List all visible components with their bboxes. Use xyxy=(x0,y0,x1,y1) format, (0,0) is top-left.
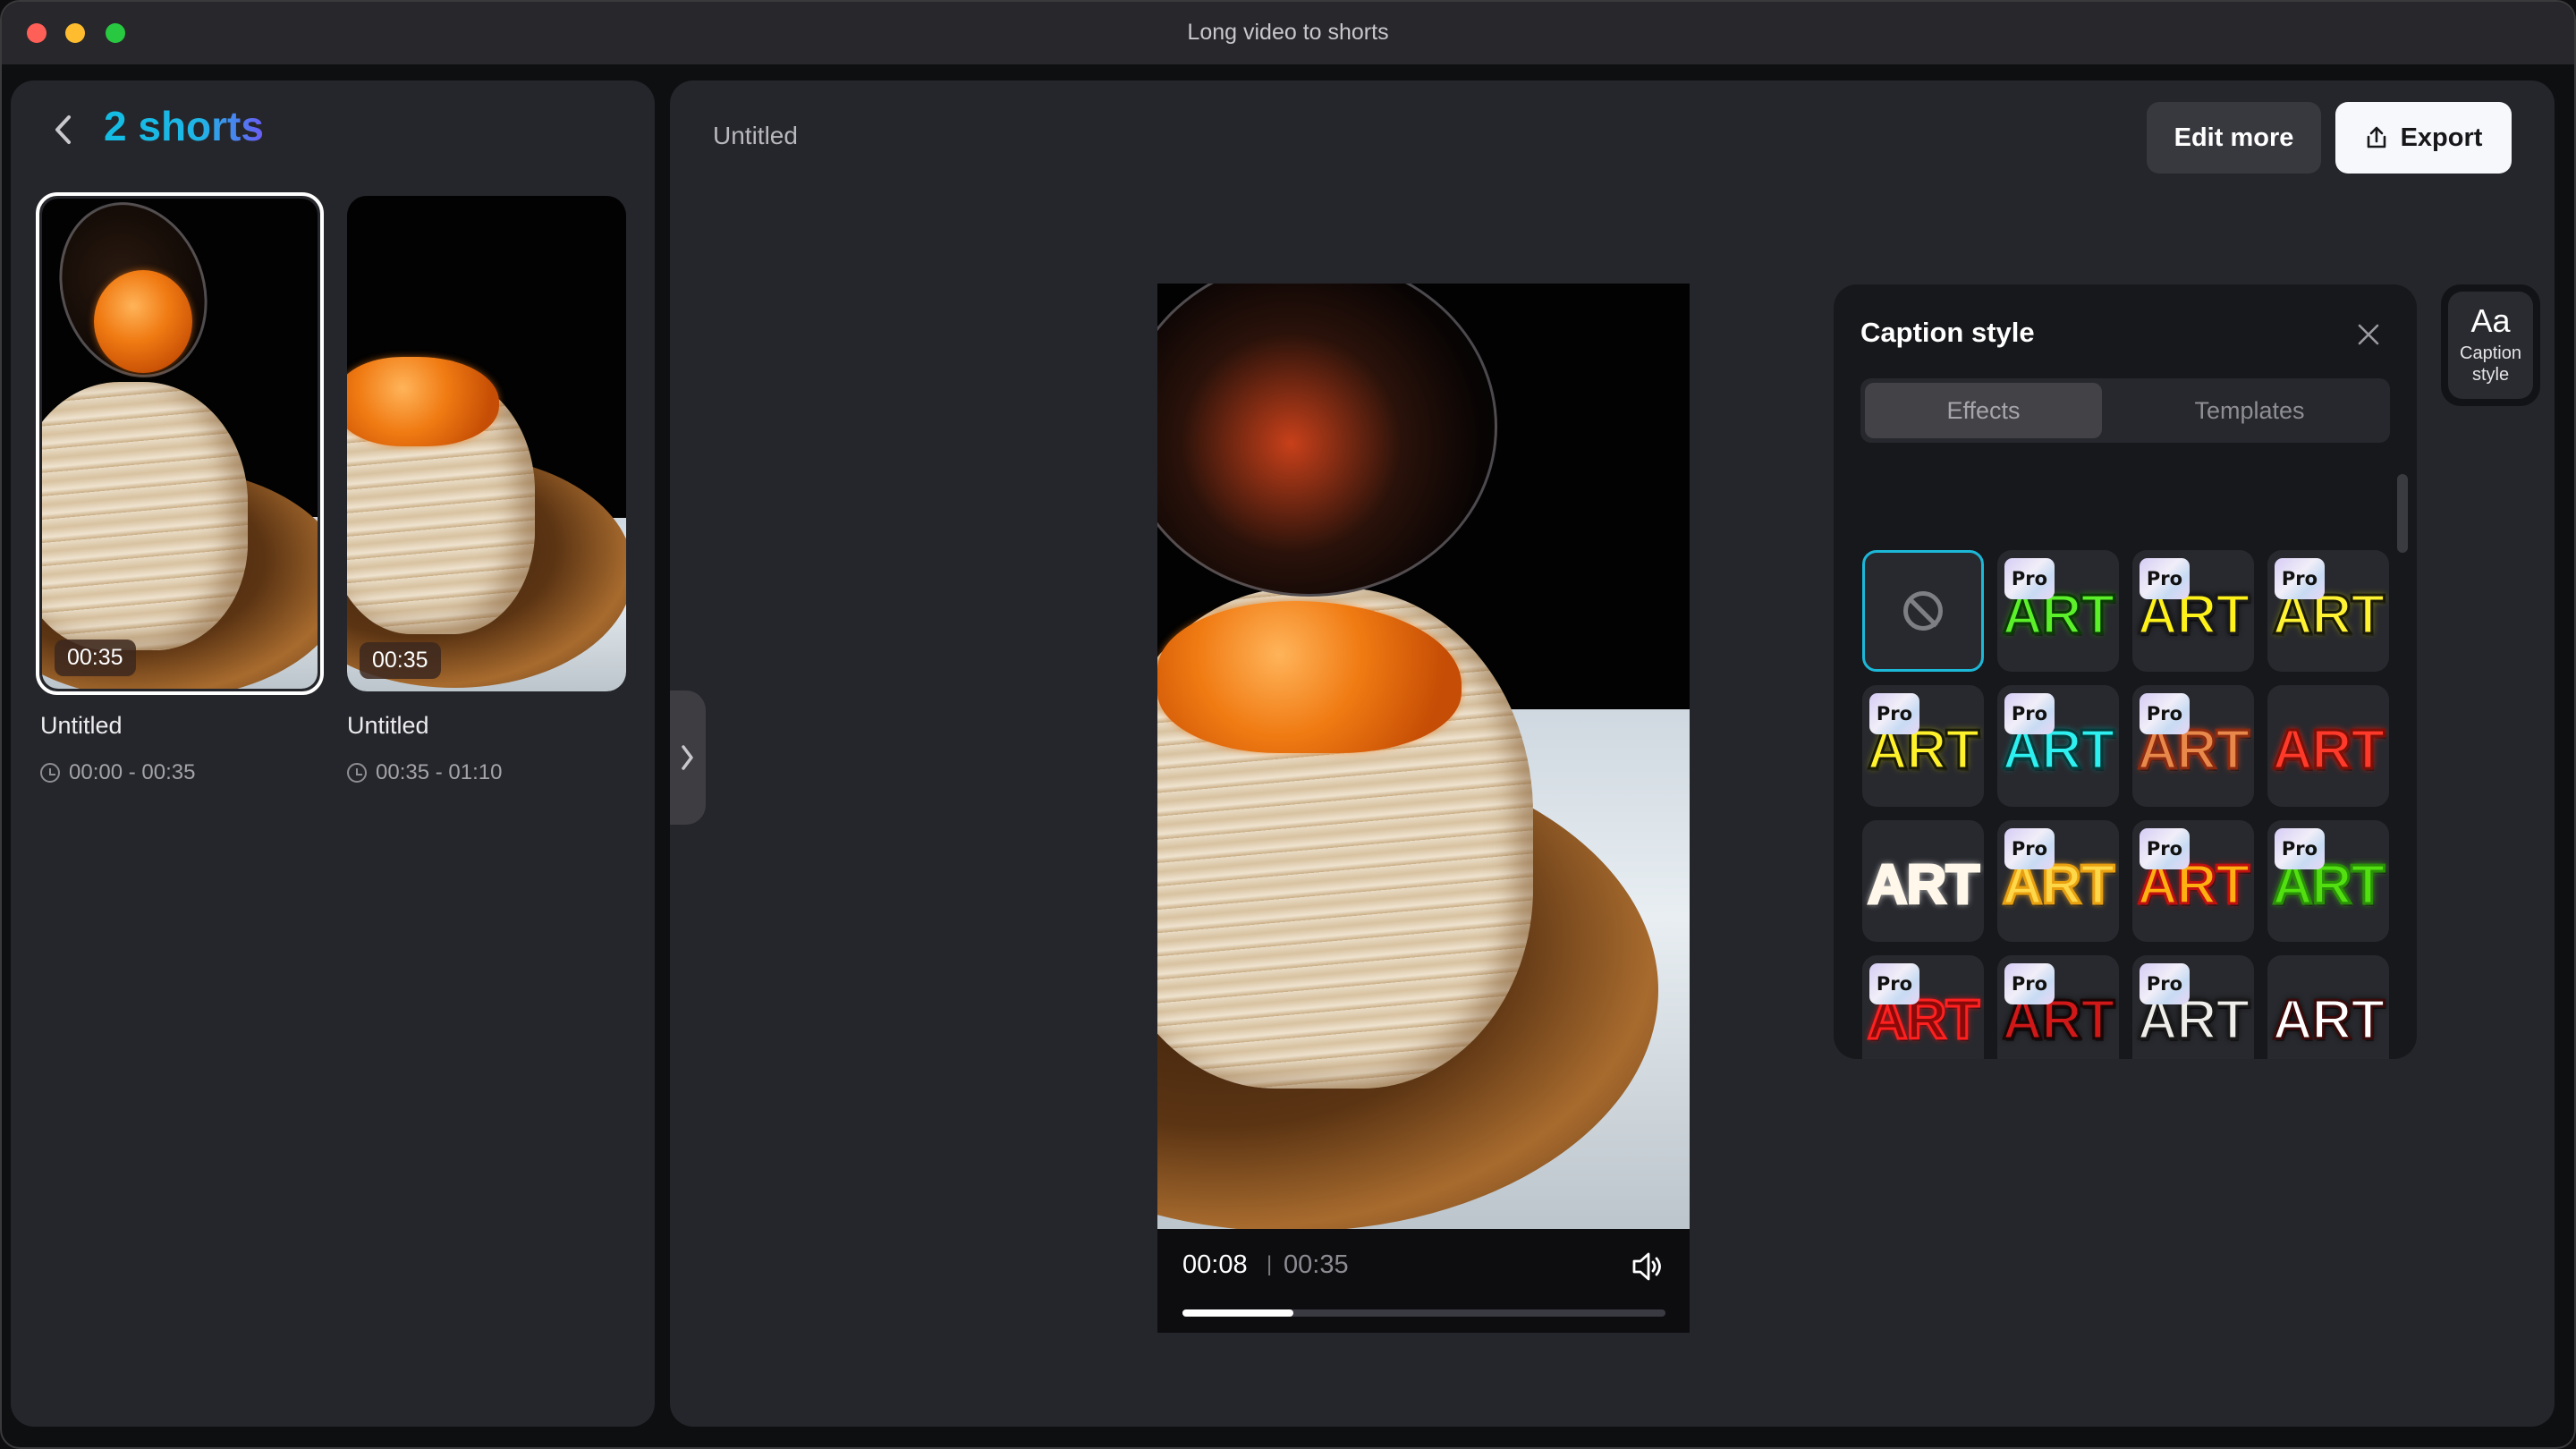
window-title: Long video to shorts xyxy=(1187,20,1389,45)
clip-time-range: 00:00 - 00:35 xyxy=(40,760,195,785)
pro-badge: Pro xyxy=(2140,963,2190,1004)
caption-tabs: Effects Templates xyxy=(1860,378,2390,443)
document-title[interactable]: Untitled xyxy=(713,122,798,150)
effect-option[interactable]: Pro ART xyxy=(1997,685,2119,807)
close-button[interactable] xyxy=(2356,322,2381,347)
effects-scrollbar[interactable] xyxy=(2397,474,2408,553)
effects-grid: Pro ART Pro ART Pro ART Pro ART Pro ART Pro ART ART A… xyxy=(1862,550,2390,1059)
chevron-right-icon xyxy=(682,745,693,770)
effect-option[interactable]: Pro ART xyxy=(1997,820,2119,942)
text-style-icon: Aa xyxy=(2470,302,2511,339)
no-effect-icon xyxy=(1903,591,1943,631)
export-label: Export xyxy=(2400,123,2483,152)
sidebar-toggle-handle[interactable] xyxy=(670,691,706,825)
clip-range-text: 00:35 - 01:10 xyxy=(376,760,503,784)
pro-badge: Pro xyxy=(2140,828,2190,869)
app-window: Long video to shorts 2 shorts 00:35 00:3… xyxy=(0,0,2576,1449)
editor-panel: Untitled Edit more Export 00:08 | 00:35 xyxy=(670,80,2555,1427)
caption-style-tool: Aa Caption style xyxy=(2448,292,2533,399)
pro-badge: Pro xyxy=(2140,693,2190,734)
clip-preview-image: 00:35 xyxy=(42,199,318,689)
effect-preview-text: ART xyxy=(1866,854,1980,916)
effect-option[interactable]: Pro ART xyxy=(2267,550,2389,672)
effect-none-option[interactable] xyxy=(1862,550,1984,672)
effect-option[interactable]: ART xyxy=(2267,955,2389,1059)
caption-panel-title: Caption style xyxy=(1860,317,2035,348)
pro-badge: Pro xyxy=(2275,828,2325,869)
clock-icon xyxy=(40,763,60,783)
clock-icon xyxy=(347,763,367,783)
back-button[interactable] xyxy=(47,107,79,152)
pro-badge: Pro xyxy=(1869,693,1919,734)
progress-fill xyxy=(1182,1309,1293,1317)
effect-option[interactable]: Pro ART xyxy=(1862,955,1984,1059)
edit-more-button[interactable]: Edit more xyxy=(2147,102,2321,174)
total-time: 00:35 xyxy=(1284,1250,1349,1279)
caption-style-tool-button[interactable]: Aa Caption style xyxy=(2441,284,2540,406)
clip-duration-badge: 00:35 xyxy=(360,642,441,679)
player-controls: 00:08 | 00:35 xyxy=(1157,1229,1690,1333)
effect-option[interactable]: Pro ART xyxy=(2267,820,2389,942)
speaker-icon xyxy=(1632,1252,1661,1281)
title-bar: Long video to shorts xyxy=(2,2,2574,64)
clip-name[interactable]: Untitled xyxy=(347,712,429,740)
close-icon xyxy=(2358,324,2379,345)
time-separator: | xyxy=(1267,1252,1273,1276)
effect-option[interactable]: Pro ART xyxy=(1862,685,1984,807)
export-button[interactable]: Export xyxy=(2335,102,2512,174)
shorts-sidebar: 2 shorts 00:35 00:35 Untitled 00:00 - 00… xyxy=(11,80,655,1427)
effect-preview-text: ART xyxy=(2271,719,2385,781)
pro-badge: Pro xyxy=(2004,558,2055,599)
tab-effects[interactable]: Effects xyxy=(1865,383,2102,438)
tab-templates[interactable]: Templates xyxy=(2115,383,2384,438)
pro-badge: Pro xyxy=(2275,558,2325,599)
pro-badge: Pro xyxy=(2004,828,2055,869)
short-clip-thumbnail-1[interactable]: 00:35 xyxy=(36,192,324,695)
video-player[interactable]: 00:08 | 00:35 xyxy=(1157,284,1690,1333)
clip-time-range: 00:35 - 01:10 xyxy=(347,760,502,785)
short-clip-thumbnail-2[interactable]: 00:35 xyxy=(347,196,626,691)
effect-preview-text: ART xyxy=(2271,989,2385,1051)
volume-button[interactable] xyxy=(1629,1249,1665,1284)
effect-option[interactable]: Pro ART xyxy=(1997,955,2119,1059)
effect-option[interactable]: ART xyxy=(1862,820,1984,942)
shorts-count-title: 2 shorts xyxy=(104,103,264,149)
pro-badge: Pro xyxy=(2004,963,2055,1004)
clip-name[interactable]: Untitled xyxy=(40,712,123,740)
share-upload-icon xyxy=(2367,126,2385,148)
caption-style-panel: Caption style Effects Templates Pro ART Pr… xyxy=(1834,284,2417,1059)
pro-badge: Pro xyxy=(1869,963,1919,1004)
clip-preview-image: 00:35 xyxy=(347,196,626,691)
effect-option[interactable]: Pro ART xyxy=(2132,820,2254,942)
chevron-left-icon xyxy=(55,115,71,144)
video-frame[interactable] xyxy=(1157,284,1690,1229)
effect-option[interactable]: Pro ART xyxy=(2132,685,2254,807)
edit-more-label: Edit more xyxy=(2174,123,2294,152)
pro-badge: Pro xyxy=(2140,558,2190,599)
clip-range-text: 00:00 - 00:35 xyxy=(69,760,196,784)
effect-option[interactable]: Pro ART xyxy=(2132,955,2254,1059)
pro-badge: Pro xyxy=(2004,693,2055,734)
playback-progress-bar[interactable] xyxy=(1182,1309,1665,1317)
clip-duration-badge: 00:35 xyxy=(55,640,136,676)
current-time: 00:08 xyxy=(1182,1250,1248,1279)
effect-option[interactable]: ART xyxy=(2267,685,2389,807)
caption-style-tool-label: Caption style xyxy=(2460,343,2521,385)
effect-option[interactable]: Pro ART xyxy=(1997,550,2119,672)
effect-option[interactable]: Pro ART xyxy=(2132,550,2254,672)
